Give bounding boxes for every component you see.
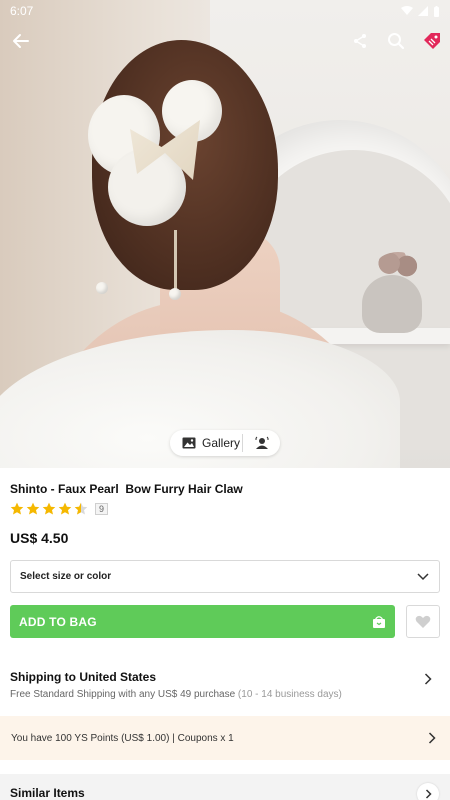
similar-items-more-button[interactable] (417, 783, 439, 800)
share-icon (354, 34, 366, 48)
gallery-label: Gallery (202, 436, 241, 450)
select-label: Select size or color (20, 571, 112, 582)
shipping-free-text: Free Standard Shipping with any US$ 49 p… (10, 689, 236, 700)
share-button[interactable] (347, 28, 373, 54)
similar-items-section: Similar Items (0, 774, 450, 800)
signal-icon (418, 6, 428, 16)
product-rating[interactable]: 9 (10, 502, 109, 516)
image-pearl (169, 288, 181, 300)
wifi-icon (401, 6, 413, 15)
product-price: US$ 4.50 (10, 530, 69, 546)
add-to-bag-button[interactable]: ADD TO BAG (10, 605, 395, 638)
product-image[interactable] (0, 0, 450, 468)
rating-count: 9 (95, 503, 109, 515)
chevron-right-icon (425, 789, 432, 799)
top-toolbar (0, 24, 450, 58)
points-coupons-bar[interactable]: You have 100 YS Points (US$ 1.00) | Coup… (0, 716, 450, 760)
points-text: You have 100 YS Points (US$ 1.00) | Coup… (11, 732, 234, 744)
add-to-bag-label: ADD TO BAG (19, 614, 97, 629)
gallery-toggle: Gallery (170, 430, 280, 456)
heart-icon (415, 615, 431, 628)
size-color-select[interactable]: Select size or color (10, 560, 440, 593)
star-full-icon (26, 502, 40, 515)
image-pearl-chain (174, 230, 177, 290)
sale-button[interactable] (419, 28, 445, 54)
chevron-down-icon (417, 572, 429, 580)
star-full-icon (10, 502, 24, 515)
model-view-button[interactable] (243, 436, 280, 450)
star-full-icon (58, 502, 72, 515)
shipping-title[interactable]: Shipping to United States (10, 670, 156, 684)
back-arrow-icon (13, 34, 29, 48)
image-icon (182, 437, 196, 449)
battery-icon (434, 5, 439, 17)
sale-tag-icon (424, 33, 440, 49)
image-pearl (96, 282, 108, 294)
model-icon (254, 436, 269, 449)
search-button[interactable] (383, 28, 409, 54)
shipping-subtitle: Free Standard Shipping with any US$ 49 p… (10, 689, 342, 700)
star-full-icon (42, 502, 56, 515)
image-flowers (376, 252, 420, 280)
chevron-right-icon (428, 732, 436, 744)
chevron-right-icon[interactable] (424, 673, 432, 685)
shipping-days: (10 - 14 business days) (237, 689, 342, 700)
shopping-bag-icon (373, 615, 385, 628)
image-vase (362, 275, 422, 333)
gallery-button[interactable]: Gallery (170, 436, 242, 450)
status-time: 6:07 (10, 4, 34, 18)
product-title: Shinto - Faux Pearl Bow Furry Hair Claw (10, 482, 243, 496)
status-bar: 6:07 (0, 0, 450, 22)
similar-items-title: Similar Items (10, 786, 85, 800)
back-button[interactable] (8, 28, 34, 54)
wishlist-button[interactable] (406, 605, 440, 638)
search-icon (388, 33, 405, 50)
star-half-icon (74, 502, 88, 515)
